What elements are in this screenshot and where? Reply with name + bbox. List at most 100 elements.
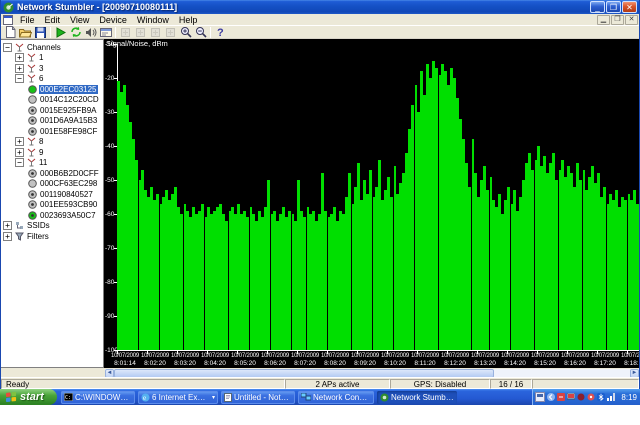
tree-item-label[interactable]: Channels [26, 43, 62, 52]
tree-item-label[interactable]: 000CF63EC298 [39, 179, 98, 188]
expand-plus-icon[interactable]: + [15, 137, 24, 146]
mdi-close-button[interactable]: ✕ [625, 15, 638, 25]
tree-item-label[interactable]: 000E2EC03125 [39, 85, 98, 94]
tree-item-label[interactable]: 1 [38, 53, 44, 62]
tree-item-label[interactable]: 0014C12C20CD [39, 95, 100, 104]
tree-item-000e2ec03125[interactable]: 000E2EC03125 [1, 84, 103, 95]
bar-gap [582, 44, 583, 350]
hide-icons-chevron[interactable] [547, 393, 555, 401]
help-button[interactable]: ? [213, 26, 228, 39]
tray-maroon-icon[interactable] [577, 393, 585, 401]
tray-red-icon[interactable] [557, 393, 565, 401]
open-button[interactable] [18, 26, 33, 39]
mdi-restore-button[interactable]: ❐ [611, 15, 624, 25]
x-tick-time: 8:06:20 [260, 360, 290, 367]
zoom-out-icon [195, 26, 207, 38]
bar-gap [393, 44, 394, 350]
tree-item-label[interactable]: 8 [38, 137, 44, 146]
tree-item-1[interactable]: +1 [1, 53, 103, 64]
tree-item-0014c12c20cd[interactable]: 0014C12C20CD [1, 95, 103, 106]
task-ie-group[interactable]: e6 Internet Explorer▾ [138, 391, 218, 404]
menu-edit[interactable]: Edit [40, 14, 66, 26]
tree-item-label[interactable]: 9 [38, 148, 44, 157]
tree-item-label[interactable]: Filters [26, 232, 50, 241]
expand-plus-icon[interactable]: + [15, 53, 24, 62]
auto-reconfigure-button[interactable] [68, 26, 83, 39]
collapse-minus-icon[interactable]: − [15, 74, 24, 83]
expand-plus-icon[interactable]: + [3, 232, 12, 241]
tray-app-icon[interactable] [535, 392, 545, 402]
enable-scan-button[interactable] [53, 26, 68, 39]
task-network-connections[interactable]: Network Connections [298, 391, 374, 404]
menu-help[interactable]: Help [174, 14, 203, 26]
minimize-button[interactable]: _ [590, 1, 605, 13]
zoom-in-button[interactable] [178, 26, 193, 39]
restore-button[interactable]: ❐ [606, 1, 621, 13]
menu-device[interactable]: Device [94, 14, 132, 26]
tree-item-001d6a9a15b3[interactable]: 001D6A9A15B3 [1, 116, 103, 127]
expand-plus-icon[interactable]: + [15, 64, 24, 73]
menu-view[interactable]: View [65, 14, 94, 26]
menu-file[interactable]: File [15, 14, 40, 26]
tree-item-6[interactable]: −6 [1, 74, 103, 85]
task-cmd[interactable]: C:C:\WINDOWS\syste... [61, 391, 135, 404]
save-button[interactable] [33, 26, 48, 39]
mdi-document-icon [3, 15, 13, 25]
speaker-button[interactable] [83, 26, 98, 39]
tree-item-9[interactable]: +9 [1, 147, 103, 158]
mdi-minimize-button[interactable]: ▁ [597, 15, 610, 25]
tree-item-label[interactable]: 3 [38, 64, 44, 73]
tray-display-icon[interactable] [567, 393, 575, 401]
title-bar[interactable]: Network Stumbler - [20090710080111] _ ❐ … [1, 0, 639, 14]
tree-item-000cf63ec298[interactable]: 000CF63EC298 [1, 179, 103, 190]
bluetooth-icon[interactable] [597, 393, 605, 401]
tree-item-label[interactable]: 0015E925FB9A [39, 106, 98, 115]
tree-item-001ee593cb90[interactable]: 001EE593CB90 [1, 200, 103, 211]
ap-status-icon [27, 106, 37, 115]
bar-gap [249, 44, 250, 350]
x-tick-time: 8:10:20 [380, 360, 410, 367]
taskbar-clock[interactable]: 8:19 [621, 393, 637, 402]
tree-item-label[interactable]: SSIDs [26, 221, 51, 230]
tree-item-001190840527[interactable]: 001190840527 [1, 189, 103, 200]
bar-gap [558, 44, 559, 350]
horizontal-scrollbar[interactable]: ◄ ► [105, 368, 639, 377]
window-title: Network Stumbler - [20090710080111] [17, 2, 589, 12]
tree-item-0015e925fb9a[interactable]: 0015E925FB9A [1, 105, 103, 116]
tree-item-001e58fe98cf[interactable]: 001E58FE98CF [1, 126, 103, 137]
tree-item-label[interactable]: 6 [38, 74, 44, 83]
task-netstumbler[interactable]: Network Stumbler - [... [377, 391, 457, 404]
tree-item-8[interactable]: +8 [1, 137, 103, 148]
expand-plus-icon[interactable]: + [3, 221, 12, 230]
tree-item-label[interactable]: 001EE593CB90 [39, 200, 98, 209]
close-button[interactable]: ✕ [622, 1, 637, 13]
zoom-out-button[interactable] [193, 26, 208, 39]
wireless-signal-icon[interactable] [607, 393, 616, 401]
menu-window[interactable]: Window [132, 14, 174, 26]
y-tick-mark [114, 44, 117, 45]
tree-item-label[interactable]: 0023693A50C7 [39, 211, 97, 220]
tree-item-channels[interactable]: − Channels [1, 42, 103, 53]
tree-item-label[interactable]: 000B6B2D0CFF [39, 169, 100, 178]
start-button[interactable]: start [0, 389, 57, 405]
collapse-minus-icon[interactable]: − [3, 43, 12, 52]
tree-item-filters[interactable]: + Filters [1, 231, 103, 242]
tree-item-0023693a50c7[interactable]: 0023693A50C7 [1, 210, 103, 221]
tree-item-11[interactable]: − 11 [1, 158, 103, 169]
new-button[interactable] [3, 26, 18, 39]
options-button[interactable] [98, 26, 113, 39]
task-notepad[interactable]: Untitled - Notepad [221, 391, 295, 404]
tree-item-label[interactable]: 001190840527 [39, 190, 94, 199]
tray-dot-icon[interactable] [587, 393, 595, 401]
group-dropdown-icon[interactable]: ▾ [212, 394, 215, 401]
tree-item-000b6b2d0cff[interactable]: 000B6B2D0CFF [1, 168, 103, 179]
tree-item-label[interactable]: 001E58FE98CF [39, 127, 98, 136]
tree-item-ssids[interactable]: + SSIDs [1, 221, 103, 232]
x-tick-date: 10/07/2009 [110, 353, 140, 359]
expand-plus-icon[interactable]: + [15, 148, 24, 157]
x-tick-date: 10/07/2009 [380, 353, 410, 359]
tree-item-label[interactable]: 001D6A9A15B3 [39, 116, 98, 125]
collapse-minus-icon[interactable]: − [15, 158, 24, 167]
tree-item-label[interactable]: 11 [38, 158, 48, 167]
tree-item-3[interactable]: +3 [1, 63, 103, 74]
